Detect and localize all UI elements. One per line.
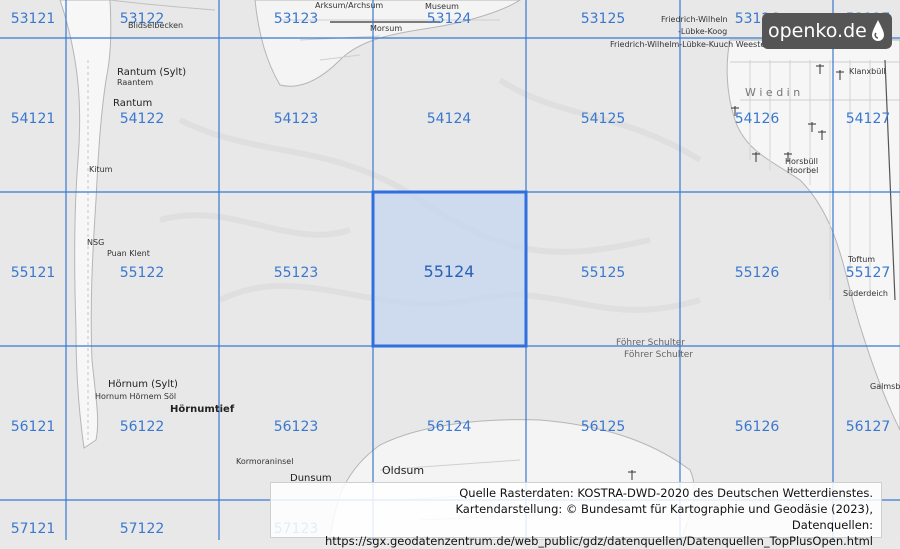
grid-cell-label[interactable]: 53125 [581,11,626,27]
grid-cell-label[interactable]: 54124 [427,111,472,127]
place-oldsum: Oldsum [382,464,424,477]
grid-cell-label[interactable]: 54125 [581,111,626,127]
grid-cell-label[interactable]: 53121 [11,11,56,27]
grid-cell-label[interactable]: 56123 [274,419,319,435]
attribution-line-1: Quelle Rasterdaten: KOSTRA-DWD-2020 des … [459,486,873,500]
grid-cell-label[interactable]: 54121 [11,111,56,127]
place-luebke-koog: -Lübke-Koog [678,27,727,36]
grid-cell-label[interactable]: 53123 [274,11,319,27]
map-canvas[interactable]: 5312153122531235312453125531265312754121… [0,0,900,540]
attribution-line-3: Datenquellen: https://sgx.geodatenzentru… [325,518,873,548]
place-horsbuell: Horsbüll [785,157,818,166]
grid-cell-label[interactable]: 53124 [427,11,472,27]
place-hoernum-sol: Hornum Hörnem Söl [95,392,176,401]
place-wiedin: W i e d i n [745,86,800,99]
grid-cell-label[interactable]: 55122 [120,265,165,281]
place-galmsbuell: Galmsb [870,382,900,391]
place-museum: Museum [425,2,459,11]
place-foehrer-schulter-1: Föhrer Schulter [616,338,685,348]
place-puan-klent: Puan Klent [107,249,150,258]
grid-cell-label[interactable]: 55126 [735,265,780,281]
grid-cell-label[interactable]: 54126 [735,111,780,127]
raindrop-icon [872,20,884,41]
place-arksum: Arksum/Archsum [315,1,383,10]
grid-cell-label[interactable]: 56122 [120,419,165,435]
place-blidselbecken: Blidselbecken [128,21,183,30]
grid-cell-label[interactable]: 56125 [581,419,626,435]
grid-cell-label[interactable]: 56124 [427,419,472,435]
grid-cell-label[interactable]: 54123 [274,111,319,127]
grid-cell-label[interactable]: 56121 [11,419,56,435]
place-friedrich-wilhelm: Friedrich-Wilheln [661,15,728,24]
place-toftum: Toftum [847,255,875,264]
place-kitum: Kitum [89,165,113,174]
attribution-box: Quelle Rasterdaten: KOSTRA-DWD-2020 des … [270,482,882,548]
grid-cell-label[interactable]: 57121 [11,521,56,537]
grid-cell-label[interactable]: 55121 [11,265,56,281]
place-rantum-sylt: Rantum (Sylt) [117,67,186,78]
grid-cell-label[interactable]: 55127 [846,265,891,281]
place-foehrer-schulter-2: Föhrer Schulter [624,350,693,360]
place-klanxbuell: Klanxbüll [849,67,886,76]
logo-text: openko.de [768,20,867,42]
openko-logo[interactable]: openko.de [762,13,892,49]
grid-cell-label[interactable]: 54122 [120,111,165,127]
grid-cell-label[interactable]: 55123 [274,265,319,281]
place-raantem: Raantem [117,78,153,87]
place-suederdeich: Süderdeich [843,289,888,298]
place-nsg: NSG [87,238,104,247]
grid-cell-label[interactable]: 55125 [581,265,626,281]
attribution-line-2: Kartendarstellung: © Bundesamt für Karto… [455,502,873,516]
place-hoernum-sylt: Hörnum (Sylt) [108,379,178,390]
grid-cell-label[interactable]: 54127 [846,111,891,127]
place-morsum: Morsum [370,24,402,33]
grid-cell-label[interactable]: 57122 [120,521,165,537]
selected-grid-cell-label[interactable]: 55124 [424,262,475,281]
grid-cell-label[interactable]: 56126 [735,419,780,435]
place-kormoraninsel: Kormoraninsel [236,457,293,466]
grid-cell-label[interactable]: 56127 [846,419,891,435]
place-rantum: Rantum [113,98,152,109]
place-hoernumtief: Hörnumtief [170,404,235,415]
place-hoorbel: Hoorbel [787,166,818,175]
